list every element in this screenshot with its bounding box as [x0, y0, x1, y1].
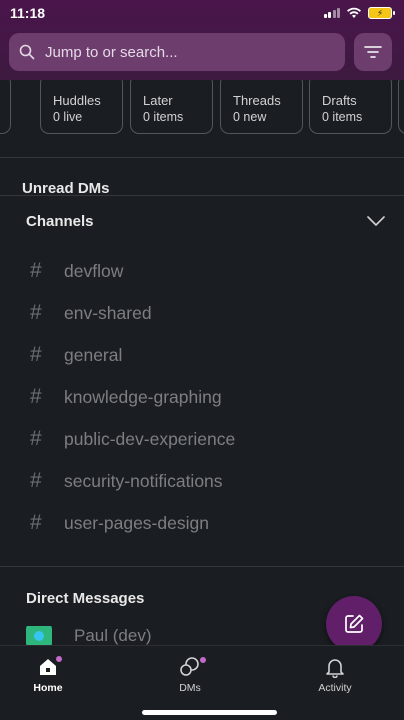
card-subtitle: 0 live — [53, 110, 83, 124]
filter-button[interactable] — [354, 33, 392, 71]
tab-activity[interactable]: Activity — [295, 656, 375, 694]
divider — [0, 566, 404, 567]
avatar — [26, 626, 52, 646]
dm-name: Paul (dev) — [74, 626, 152, 645]
card-drafts[interactable]: Drafts 0 items — [309, 80, 392, 134]
hash-icon: # — [30, 511, 42, 534]
hash-icon: # — [30, 469, 42, 492]
channel-item[interactable]: # public-dev-experience — [30, 426, 235, 452]
bell-icon — [326, 659, 344, 678]
divider — [0, 157, 404, 158]
card-subtitle: 0 items — [143, 110, 184, 124]
search-input[interactable]: Jump to or search... — [45, 44, 178, 61]
channel-item[interactable]: # general — [30, 342, 122, 368]
tab-bar: Home DMs Activity — [0, 645, 404, 720]
card-partial[interactable] — [0, 80, 11, 134]
channel-name: env-shared — [64, 302, 152, 323]
direct-messages-header[interactable]: Direct Messages — [26, 590, 144, 607]
card-later[interactable]: Later 0 items — [130, 80, 213, 134]
channel-item[interactable]: # user-pages-design — [30, 510, 209, 536]
quick-access-cards: Huddles 0 live Later 0 items Threads 0 n… — [0, 80, 404, 136]
tab-label: DMs — [179, 682, 201, 694]
card-title: Huddles — [53, 93, 101, 108]
card-partial-right[interactable] — [398, 80, 404, 134]
card-title: Drafts — [322, 93, 357, 108]
hash-icon: # — [30, 427, 42, 450]
hash-icon: # — [30, 385, 42, 408]
dm-item[interactable]: Paul (dev) — [26, 626, 151, 646]
card-title: Threads — [233, 93, 281, 108]
channel-name: user-pages-design — [64, 512, 209, 533]
wifi-icon — [347, 7, 361, 18]
channel-item[interactable]: # security-notifications — [30, 468, 223, 494]
top-header: 11:18 ⚡ Jump to or search... — [0, 0, 404, 80]
hash-icon: # — [30, 343, 42, 366]
search-icon — [19, 44, 35, 60]
tab-label: Home — [33, 682, 63, 694]
dms-icon — [180, 657, 199, 676]
unread-dms-header[interactable]: Unread DMs — [22, 180, 110, 194]
tab-home[interactable]: Home — [8, 656, 88, 694]
card-title: Later — [143, 93, 173, 108]
channel-item[interactable]: # env-shared — [30, 300, 152, 326]
channels-header[interactable]: Channels — [26, 213, 94, 230]
unread-dot — [56, 656, 62, 662]
unread-dot — [200, 657, 206, 663]
card-subtitle: 0 items — [322, 110, 363, 124]
channel-item[interactable]: # knowledge-graphing — [30, 384, 222, 410]
channel-item[interactable]: # devflow — [30, 258, 123, 284]
divider — [0, 195, 404, 196]
card-huddles[interactable]: Huddles 0 live — [40, 80, 123, 134]
compose-button[interactable] — [326, 596, 382, 652]
compose-icon — [345, 614, 364, 633]
hash-icon: # — [30, 301, 42, 324]
channel-name: general — [64, 344, 123, 365]
tab-dms[interactable]: DMs — [150, 656, 230, 694]
card-threads[interactable]: Threads 0 new — [220, 80, 303, 134]
status-bar: 11:18 ⚡ — [0, 0, 404, 28]
channel-name: public-dev-experience — [64, 428, 236, 449]
signal-icon — [323, 8, 340, 18]
filter-icon — [364, 46, 382, 58]
channel-name: security-notifications — [64, 470, 223, 491]
status-time: 11:18 — [10, 5, 46, 21]
chevron-down-icon[interactable] — [366, 214, 386, 228]
battery-icon: ⚡ — [368, 7, 395, 19]
home-indicator[interactable] — [142, 710, 277, 715]
status-icons: ⚡ — [323, 7, 395, 19]
tab-label: Activity — [318, 682, 352, 694]
hash-icon: # — [30, 259, 42, 282]
channel-name: knowledge-graphing — [64, 386, 222, 407]
search-bar[interactable]: Jump to or search... — [9, 33, 345, 71]
channel-name: devflow — [64, 260, 124, 281]
card-subtitle: 0 new — [233, 110, 267, 124]
